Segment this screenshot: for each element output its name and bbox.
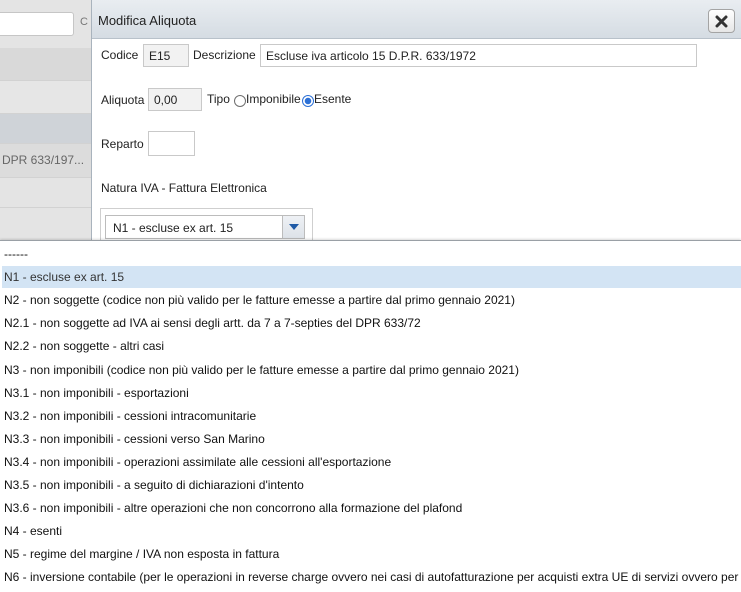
background-list-row[interactable] xyxy=(0,178,92,208)
aliquota-label: Aliquota xyxy=(101,93,145,107)
aliquota-field[interactable] xyxy=(148,88,202,111)
dropdown-option[interactable]: N3.3 - non imponibili - cessioni verso S… xyxy=(2,428,741,450)
dropdown-option[interactable]: N1 - escluse ex art. 15 xyxy=(2,266,741,289)
dropdown-option[interactable]: N6 - inversione contabile (per le operaz… xyxy=(2,566,741,588)
tipo-label: Tipo xyxy=(207,92,230,106)
dropdown-option[interactable]: N3.1 - non imponibili - esportazioni xyxy=(2,382,741,404)
dropdown-option[interactable]: N3.6 - non imponibili - altre operazioni… xyxy=(2,497,741,519)
natura-iva-label: Natura IVA - Fattura Elettronica xyxy=(101,181,267,195)
dropdown-option[interactable]: ------ xyxy=(2,243,741,265)
dropdown-option[interactable]: N3 - non imponibili (codice non più vali… xyxy=(2,359,741,381)
descrizione-label: Descrizione xyxy=(193,48,256,62)
dropdown-option[interactable]: N3.2 - non imponibili - cessioni intraco… xyxy=(2,405,741,427)
background-search-button[interactable]: C xyxy=(80,16,88,28)
dropdown-option[interactable]: N2.1 - non soggette ad IVA ai sensi degl… xyxy=(2,312,741,334)
dropdown-option[interactable]: N3.5 - non imponibili - a seguito di dic… xyxy=(2,474,741,496)
natura-dropdown-list: ------ N1 - escluse ex art. 15 N2 - non so… xyxy=(0,240,741,592)
dropdown-option[interactable]: N2.2 - non soggette - altri casi xyxy=(2,335,741,357)
esente-radio[interactable] xyxy=(302,95,314,107)
background-search-input[interactable] xyxy=(0,12,74,36)
esente-radio-label[interactable]: Esente xyxy=(314,92,351,106)
background-app-panel: C DPR 633/197... xyxy=(0,0,92,240)
chevron-down-icon xyxy=(288,223,299,230)
dropdown-option[interactable]: N2 - non soggette (codice non più valido… xyxy=(2,289,741,311)
imponibile-radio-label[interactable]: Imponibile xyxy=(246,92,301,106)
natura-iva-select[interactable]: N1 - escluse ex art. 15 xyxy=(105,215,305,239)
codice-label: Codice xyxy=(101,48,139,62)
dropdown-option[interactable]: N4 - esenti xyxy=(2,520,741,542)
descrizione-field[interactable] xyxy=(260,44,697,67)
dropdown-option[interactable]: N5 - regime del margine / IVA non espost… xyxy=(2,543,741,565)
background-list-row[interactable] xyxy=(0,81,92,114)
natura-select-value: N1 - escluse ex art. 15 xyxy=(113,221,234,235)
reparto-field[interactable] xyxy=(148,131,195,156)
background-row-text: DPR 633/197... xyxy=(2,153,85,167)
dropdown-arrow-button[interactable] xyxy=(282,216,304,238)
reparto-label: Reparto xyxy=(101,137,144,151)
codice-field[interactable] xyxy=(143,44,189,67)
background-list-row[interactable] xyxy=(0,48,92,81)
dropdown-option[interactable]: N3.4 - non imponibili - operazioni assim… xyxy=(2,451,741,473)
background-list-row-selected[interactable] xyxy=(0,114,92,144)
imponibile-radio[interactable] xyxy=(234,95,246,107)
